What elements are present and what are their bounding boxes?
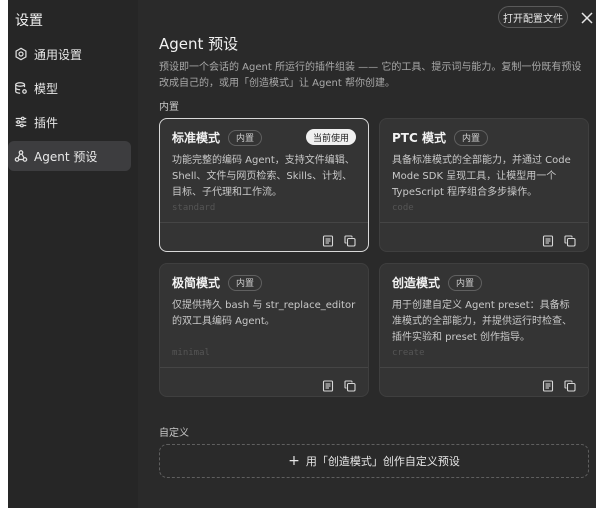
preset-name: PTC 模式 xyxy=(392,131,446,145)
preset-description: 仅提供持久 bash 与 str_replace_editor 的双工具编码 A… xyxy=(172,300,356,327)
builtin-badge: 内置 xyxy=(228,274,263,291)
preset-id: create xyxy=(392,348,425,358)
view-doc-icon[interactable] xyxy=(322,377,334,392)
builtin-badge: 内置 xyxy=(453,129,488,146)
preset-description: 用于创建自定义 Agent preset：具备标准模式的全部能力，并提供运行时检… xyxy=(392,300,572,343)
sidebar-item-label: Agent 预设 xyxy=(34,149,98,164)
create-custom-label: 用「创造模式」创作自定义预设 xyxy=(305,455,460,468)
preset-description: 功能完整的编码 Agent，支持文件编辑、Shell、文件与网页检索、Skill… xyxy=(172,155,355,198)
page-description: 预设即一个会话的 Agent 所运行的插件组装 —— 它的工具、提示词与能力。复… xyxy=(159,62,582,89)
sidebar-item-plugins[interactable]: 插件 xyxy=(8,107,131,137)
custom-section-label: 自定义 xyxy=(159,428,189,439)
preset-name: 标准模式 xyxy=(172,131,221,145)
agent-icon xyxy=(14,149,28,163)
gear-icon xyxy=(14,47,28,61)
preset-card-minimal[interactable]: 极简模式 内置 仅提供持久 bash 与 str_replace_editor … xyxy=(159,263,369,397)
sidebar-item-general[interactable]: 通用设置 xyxy=(8,39,131,69)
copy-icon[interactable] xyxy=(344,232,356,247)
copy-icon[interactable] xyxy=(344,377,356,392)
copy-icon[interactable] xyxy=(564,377,576,392)
preset-id: standard xyxy=(172,203,216,213)
sidebar-item-label: 插件 xyxy=(34,115,59,130)
card-divider xyxy=(160,367,368,368)
preset-id: code xyxy=(392,203,414,213)
card-divider xyxy=(380,222,588,223)
open-config-button[interactable]: 打开配置文件 xyxy=(498,6,568,28)
preset-card-ptc[interactable]: PTC 模式 内置 具备标准模式的全部能力，并通过 Code Mode SDK … xyxy=(379,118,589,252)
view-doc-icon[interactable] xyxy=(542,232,554,247)
plus-icon: + xyxy=(288,453,300,469)
preset-name: 创造模式 xyxy=(392,276,441,290)
sidebar-item-label: 通用设置 xyxy=(34,47,83,62)
builtin-badge: 内置 xyxy=(228,129,263,146)
copy-icon[interactable] xyxy=(564,232,576,247)
settings-window: 设置 通用设置 模型 插件 Agent 预设 打开配置文件 Agent 预设 预… xyxy=(8,0,596,508)
database-icon xyxy=(14,81,28,95)
preset-card-create[interactable]: 创造模式 内置 用于创建自定义 Agent preset：具备标准模式的全部能力… xyxy=(379,263,589,397)
main-panel: 打开配置文件 Agent 预设 预设即一个会话的 Agent 所运行的插件组装 … xyxy=(138,0,596,508)
builtin-section-label: 内置 xyxy=(159,102,179,113)
sliders-icon xyxy=(14,115,28,129)
preset-card-standard[interactable]: 标准模式 内置 当前使用 功能完整的编码 Agent，支持文件编辑、Shell、… xyxy=(159,118,369,252)
view-doc-icon[interactable] xyxy=(322,232,334,247)
card-divider xyxy=(160,222,368,223)
sidebar: 设置 通用设置 模型 插件 Agent 预设 xyxy=(8,0,138,508)
builtin-badge: 内置 xyxy=(448,274,483,291)
sidebar-item-models[interactable]: 模型 xyxy=(8,73,131,103)
close-icon[interactable] xyxy=(580,10,594,24)
current-badge: 当前使用 xyxy=(305,129,356,145)
preset-id: minimal xyxy=(172,348,210,358)
preset-name: 极简模式 xyxy=(172,276,221,290)
app-title: 设置 xyxy=(15,13,43,29)
view-doc-icon[interactable] xyxy=(542,377,554,392)
card-divider xyxy=(380,367,588,368)
create-custom-preset-button[interactable]: + 用「创造模式」创作自定义预设 xyxy=(159,444,589,478)
sidebar-item-label: 模型 xyxy=(34,81,59,96)
preset-description: 具备标准模式的全部能力，并通过 Code Mode SDK 呈现工具，让模型用一… xyxy=(392,155,571,198)
page-title: Agent 预设 xyxy=(159,35,239,53)
sidebar-item-agent-presets[interactable]: Agent 预设 xyxy=(8,141,131,171)
